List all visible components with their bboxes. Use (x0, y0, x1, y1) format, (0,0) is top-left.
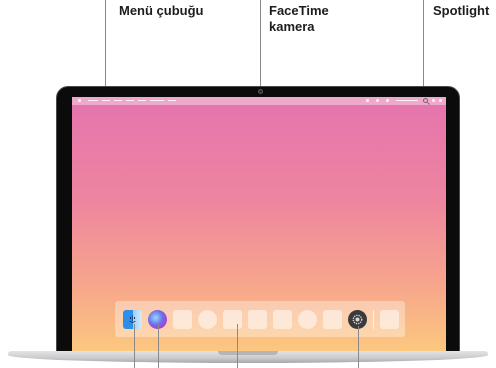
dock-app-icon[interactable] (323, 310, 342, 329)
spotlight-label: Spotlight (433, 3, 490, 18)
apple-menu-icon[interactable] (78, 99, 81, 102)
menu-bar-label: Menü çubuğu (119, 3, 204, 18)
finder-face-icon (129, 315, 136, 323)
menu-item[interactable] (138, 100, 146, 101)
facetime-label-line1: FaceTime (269, 3, 329, 18)
clock-item[interactable] (396, 100, 418, 101)
screen (72, 97, 446, 354)
dock-app-icon[interactable] (248, 310, 267, 329)
menu-item[interactable] (102, 100, 110, 101)
finder-icon[interactable] (123, 310, 142, 329)
status-item[interactable] (386, 99, 389, 102)
status-item[interactable] (376, 99, 379, 102)
menu-item[interactable] (88, 100, 98, 101)
dock-app-icon[interactable] (173, 310, 192, 329)
dock-app-icon[interactable] (223, 310, 242, 329)
menu-item[interactable] (126, 100, 134, 101)
finder-leader (134, 324, 135, 368)
menu-item[interactable] (114, 100, 122, 101)
laptop-notch (218, 351, 278, 355)
trash-icon[interactable] (380, 310, 399, 329)
status-item[interactable] (439, 99, 442, 102)
dock-app-icon[interactable] (198, 310, 217, 329)
facetime-camera-label: FaceTime kamera (269, 3, 329, 35)
menu-bar[interactable] (72, 97, 446, 105)
facetime-camera (258, 89, 263, 94)
menu-item[interactable] (168, 100, 176, 101)
dock-app-icon[interactable] (298, 310, 317, 329)
dock-separator (373, 310, 374, 329)
siri-leader (158, 324, 159, 368)
gear-icon (352, 314, 363, 325)
status-item[interactable] (432, 99, 435, 102)
spotlight-leader (423, 0, 424, 100)
facetime-leader (260, 0, 261, 88)
system-preferences-leader (358, 326, 359, 368)
status-item[interactable] (366, 99, 369, 102)
dock-leader (237, 324, 238, 368)
spotlight-search-icon[interactable] (423, 98, 428, 103)
dock-app-icon[interactable] (273, 310, 292, 329)
facetime-label-line2: kamera (269, 19, 315, 34)
menu-item[interactable] (150, 100, 164, 101)
